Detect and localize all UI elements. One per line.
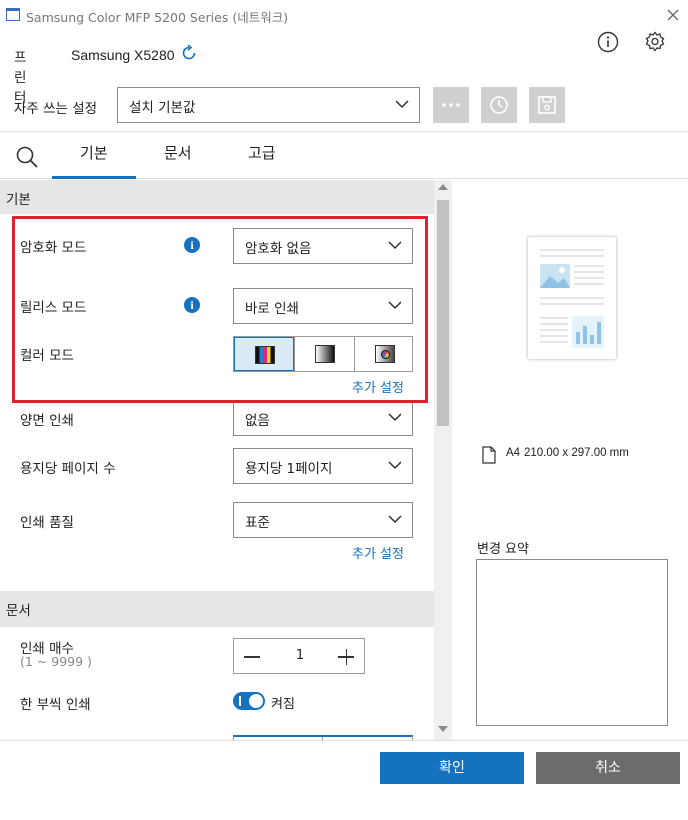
copies-stepper: 1 — [233, 638, 365, 674]
change-summary-box — [476, 559, 668, 726]
printer-app-icon — [6, 8, 20, 21]
minus-icon[interactable] — [244, 656, 260, 658]
duplex-dropdown[interactable]: 없음 — [233, 400, 413, 436]
tab-basic[interactable]: 기본 — [80, 142, 108, 163]
preview-pane: A4 210.00 x 297.00 mm 변경 요약 — [453, 180, 688, 740]
tab-advanced[interactable]: 고급 — [248, 142, 276, 163]
pages-per-sheet-value: 용지당 1페이지 — [245, 461, 333, 477]
title-bar: Samsung Color MFP 5200 Series (네트워크) — [0, 0, 688, 30]
more-settings-link-2[interactable]: 추가 설정 — [352, 543, 404, 562]
cancel-button[interactable]: 취소 — [536, 752, 680, 784]
print-quality-label: 인쇄 품질 — [20, 515, 74, 531]
reset-icon — [490, 96, 508, 114]
ok-button[interactable]: 확인 — [380, 752, 524, 784]
copies-range: (1 ~ 9999 ) — [20, 654, 92, 669]
selected-tab-indicator — [52, 176, 136, 179]
document-icon — [482, 446, 496, 464]
more-dots-icon — [442, 103, 460, 107]
copies-value[interactable]: 1 — [278, 648, 322, 663]
scroll-down-icon[interactable] — [438, 726, 448, 732]
save-icon — [538, 96, 556, 114]
print-quality-dropdown[interactable]: 표준 — [233, 502, 413, 538]
more-options-button[interactable] — [433, 87, 469, 123]
duplex-label: 양면 인쇄 — [20, 413, 74, 429]
duplex-value: 없음 — [245, 413, 270, 429]
chevron-down-icon — [388, 515, 402, 524]
toggle-knob — [249, 694, 263, 708]
collate-label: 한 부씩 인쇄 — [20, 697, 91, 713]
page-preview — [528, 237, 616, 359]
highlight-box — [12, 216, 428, 403]
tab-bar: 기본 문서 고급 — [0, 131, 688, 179]
search-icon[interactable] — [14, 144, 40, 170]
info-icon[interactable] — [597, 31, 619, 53]
pages-per-sheet-label: 용지당 페이지 수 — [20, 461, 116, 477]
presets-dropdown[interactable]: 설치 기본값 — [117, 87, 420, 123]
chevron-down-icon — [388, 461, 402, 470]
refresh-icon[interactable] — [180, 44, 198, 62]
presets-label: 자주 쓰는 설정 — [14, 101, 98, 117]
close-icon[interactable] — [664, 6, 682, 24]
paper-size-dimensions: 210.00 x 297.00 mm — [524, 447, 629, 459]
change-summary-label: 변경 요약 — [477, 542, 529, 557]
chevron-down-icon — [395, 100, 409, 109]
presets-value: 설치 기본값 — [129, 100, 196, 116]
plus-icon-vertical — [345, 649, 347, 665]
collate-state: 켜짐 — [271, 697, 295, 712]
gear-icon[interactable] — [644, 31, 666, 53]
pages-per-sheet-dropdown[interactable]: 용지당 1페이지 — [233, 448, 413, 484]
reset-preset-button[interactable] — [481, 87, 517, 123]
save-preset-button[interactable] — [529, 87, 565, 123]
window-title: Samsung Color MFP 5200 Series (네트워크) — [26, 10, 289, 25]
section-header-document: 문서 — [0, 591, 434, 627]
settings-scrollbar[interactable] — [434, 180, 452, 740]
paper-size-name: A4 — [506, 447, 521, 459]
tab-document[interactable]: 문서 — [164, 142, 192, 163]
section-header-document-label: 문서 — [6, 603, 31, 619]
footer: 확인 취소 — [0, 740, 688, 820]
scroll-thumb[interactable] — [437, 200, 449, 426]
chevron-down-icon — [388, 413, 402, 422]
scroll-up-icon[interactable] — [438, 184, 448, 190]
toggle-on-mark — [239, 696, 241, 706]
section-header-basic-label: 기본 — [6, 192, 31, 208]
collate-toggle[interactable] — [233, 692, 265, 710]
section-header-basic: 기본 — [0, 180, 434, 214]
print-quality-value: 표준 — [245, 515, 270, 531]
printer-name: Samsung X5280 — [71, 47, 175, 63]
